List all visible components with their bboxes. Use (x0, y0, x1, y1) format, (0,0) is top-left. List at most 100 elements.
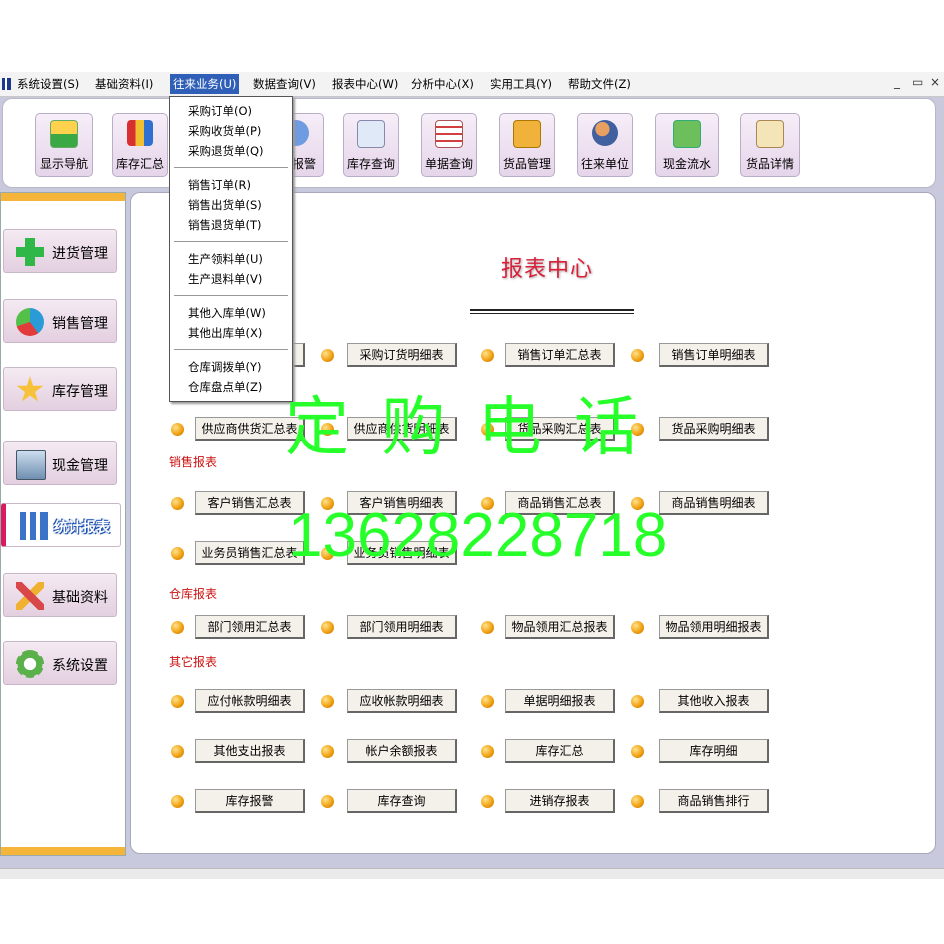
toolbar-button-label: 现金流水 (662, 157, 711, 171)
report-button[interactable]: 其他收入报表 (659, 689, 769, 713)
menu-separator (174, 295, 288, 297)
menu-separator (174, 167, 288, 169)
menu-help[interactable]: 帮助文件(Z) (565, 74, 634, 94)
bullet-icon (481, 349, 494, 362)
toolbar-button-label: 货品管理 (502, 157, 551, 171)
report-button[interactable]: 部门领用明细表 (347, 615, 457, 639)
report-button[interactable]: 库存汇总 (505, 739, 615, 763)
menu-item-sales-return[interactable]: 销售退货单(T) (188, 217, 262, 233)
sidebar-item-inventory[interactable]: 库存管理 (3, 367, 117, 411)
menu-item-production-return[interactable]: 生产退料单(V) (188, 271, 262, 287)
menu-utilities[interactable]: 实用工具(Y) (487, 74, 555, 94)
bullet-icon (171, 695, 184, 708)
sidebar-item-system-settings[interactable]: 系统设置 (3, 641, 117, 685)
bullet-icon (321, 695, 334, 708)
report-button[interactable]: 应收帐款明细表 (347, 689, 457, 713)
report-button[interactable]: 物品领用汇总报表 (505, 615, 615, 639)
menu-item-production-pick[interactable]: 生产领料单(U) (188, 251, 263, 267)
menubar: 系统设置(S) 基础资料(I) 往来业务(U) 数据查询(V) 报表中心(W) … (0, 72, 944, 97)
report-button[interactable]: 商品销售排行 (659, 789, 769, 813)
toolbar-button-stock-summary[interactable]: 库存汇总 (112, 113, 168, 177)
toolbar-button-goods-detail[interactable]: 货品详情 (740, 113, 800, 177)
menu-item-purchase-return[interactable]: 采购退货单(Q) (188, 143, 264, 159)
sidebar-item-label: 基础资料 (52, 590, 108, 606)
restore-icon[interactable]: ▭ (912, 75, 923, 89)
menu-item-purchase-order[interactable]: 采购订单(O) (188, 103, 252, 119)
menu-item-sales-delivery[interactable]: 销售出货单(S) (188, 197, 262, 213)
section-label-sales: 销售报表 (169, 455, 218, 469)
sidebar-item-purchase[interactable]: 进货管理 (3, 229, 117, 273)
cash-register-icon (16, 450, 46, 480)
toolbar-button-document-query[interactable]: 单据查询 (421, 113, 477, 177)
people-icon (592, 120, 618, 146)
bullet-icon (631, 349, 644, 362)
title-underline (470, 309, 634, 311)
goods-box-icon (513, 120, 541, 148)
toolbar-button-label: 往来单位 (580, 157, 629, 171)
report-button[interactable]: 其他支出报表 (195, 739, 305, 763)
sidebar-item-sales[interactable]: 销售管理 (3, 299, 117, 343)
bullet-icon (171, 795, 184, 808)
report-button[interactable]: 销售订单明细表 (659, 343, 769, 367)
bullet-icon (631, 695, 644, 708)
clipboard-icon (756, 120, 784, 148)
sidebar-item-label: 库存管理 (52, 384, 108, 400)
menu-system-settings[interactable]: 系统设置(S) (14, 74, 82, 94)
report-button[interactable]: 物品领用明细报表 (659, 615, 769, 639)
menu-analysis-center[interactable]: 分析中心(X) (408, 74, 477, 94)
menu-report-center[interactable]: 报表中心(W) (329, 74, 401, 94)
table-icon (435, 120, 463, 148)
menu-item-other-inbound[interactable]: 其他入库单(W) (188, 305, 266, 321)
menu-business[interactable]: 往来业务(U) (170, 74, 240, 94)
toolbar-button-label: 库存查询 (346, 157, 395, 171)
minimize-icon[interactable]: _ (894, 75, 900, 89)
page-title: 报表中心 (501, 257, 594, 282)
business-dropdown-menu: 采购订单(O) 采购收货单(P) 采购退货单(Q) 销售订单(R) 销售出货单(… (169, 96, 293, 402)
toolbar-button-goods-management[interactable]: 货品管理 (499, 113, 555, 177)
bullet-icon (321, 795, 334, 808)
pie-icon (16, 308, 44, 336)
bullet-icon (631, 745, 644, 758)
sidebar-bottom-bar (1, 847, 125, 855)
bullet-icon (171, 497, 184, 510)
menu-item-other-outbound[interactable]: 其他出库单(X) (188, 325, 262, 341)
toolbar-button-cash-flow[interactable]: 现金流水 (655, 113, 719, 177)
bullet-icon (321, 621, 334, 634)
report-button[interactable]: 商品销售明细表 (659, 491, 769, 515)
menu-item-warehouse-transfer[interactable]: 仓库调拨单(Y) (188, 359, 262, 375)
report-button[interactable]: 货品采购明细表 (659, 417, 769, 441)
report-button[interactable]: 采购订货明细表 (347, 343, 457, 367)
sidebar-item-cash[interactable]: 现金管理 (3, 441, 117, 485)
report-button[interactable]: 库存报警 (195, 789, 305, 813)
bullet-icon (171, 621, 184, 634)
report-button[interactable]: 帐户余额报表 (347, 739, 457, 763)
report-button[interactable]: 库存明细 (659, 739, 769, 763)
report-button[interactable]: 应付帐款明细表 (195, 689, 305, 713)
bullet-icon (321, 349, 334, 362)
sidebar: 进货管理 销售管理 库存管理 现金管理 统计报表 基础资料 系统设置 (0, 192, 126, 856)
report-button[interactable]: 库存查询 (347, 789, 457, 813)
report-button[interactable]: 单据明细报表 (505, 689, 615, 713)
sidebar-item-basic-data[interactable]: 基础资料 (3, 573, 117, 617)
bullet-icon (631, 621, 644, 634)
menu-item-sales-order[interactable]: 销售订单(R) (188, 177, 251, 193)
toolbar-button-stock-query[interactable]: 库存查询 (343, 113, 399, 177)
search-document-icon (357, 120, 385, 148)
title-underline (470, 313, 634, 314)
toolbar-button-navigation[interactable]: 显示导航 (35, 113, 93, 177)
bar-chart-icon (127, 120, 153, 146)
toolbar-button-contacts[interactable]: 往来单位 (577, 113, 633, 177)
menu-data-query[interactable]: 数据查询(V) (250, 74, 319, 94)
report-button[interactable]: 部门领用汇总表 (195, 615, 305, 639)
menu-item-purchase-receipt[interactable]: 采购收货单(P) (188, 123, 261, 139)
menu-item-warehouse-stocktake[interactable]: 仓库盘点单(Z) (188, 379, 262, 395)
menu-basic-data[interactable]: 基础资料(I) (92, 74, 156, 94)
sidebar-item-reports[interactable]: 统计报表 (1, 503, 121, 547)
close-icon[interactable]: × (930, 75, 940, 89)
tools-icon (16, 582, 44, 610)
report-button[interactable]: 进销存报表 (505, 789, 615, 813)
bullet-icon (631, 795, 644, 808)
menu-separator (174, 241, 288, 243)
report-button[interactable]: 销售订单汇总表 (505, 343, 615, 367)
plus-icon (16, 238, 44, 266)
